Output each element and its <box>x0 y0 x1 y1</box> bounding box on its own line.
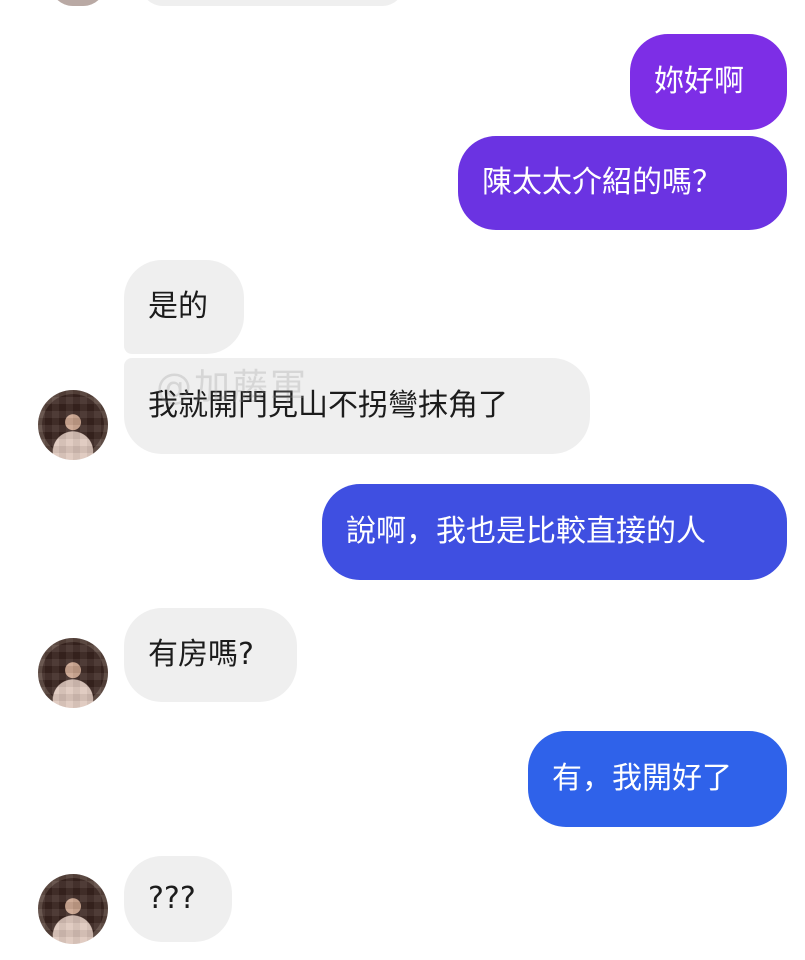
message-bubble-incoming[interactable]: 我就開門見山不拐彎抹角了 <box>124 358 590 454</box>
message-bubble-outgoing[interactable]: 陳太太介紹的嗎？ <box>458 136 787 230</box>
message-text: 是的 <box>148 289 208 324</box>
message-bubble-outgoing[interactable]: 說啊，我也是比較直接的人 <box>322 484 787 580</box>
contact-avatar[interactable] <box>38 874 108 944</box>
message-text: 我就開門見山不拐彎抹角了 <box>148 388 508 423</box>
contact-avatar[interactable] <box>38 638 108 708</box>
message-bubble-incoming[interactable]: ??? <box>124 856 232 942</box>
message-bubble-outgoing[interactable]: 妳好啊 <box>630 34 787 130</box>
chat-thread: 妳好啊 陳太太介紹的嗎？ 是的 我就開門見山不拐彎抹角了 @加藤軍 @加藤軍 說… <box>0 0 805 960</box>
contact-avatar[interactable] <box>38 390 108 460</box>
avatar-partial <box>50 0 106 6</box>
message-bubble-partial <box>140 0 405 6</box>
message-bubble-incoming[interactable]: 有房嗎? <box>124 608 297 702</box>
message-text: 說啊，我也是比較直接的人 <box>346 514 706 549</box>
message-text: 有房嗎? <box>148 637 254 672</box>
message-text: 妳好啊 <box>654 64 744 99</box>
message-text: 陳太太介紹的嗎？ <box>482 165 722 200</box>
message-bubble-incoming[interactable]: 是的 <box>124 260 244 354</box>
message-bubble-outgoing[interactable]: 有，我開好了 <box>528 731 787 827</box>
message-text: 有，我開好了 <box>552 761 732 796</box>
message-text: ??? <box>148 881 196 916</box>
